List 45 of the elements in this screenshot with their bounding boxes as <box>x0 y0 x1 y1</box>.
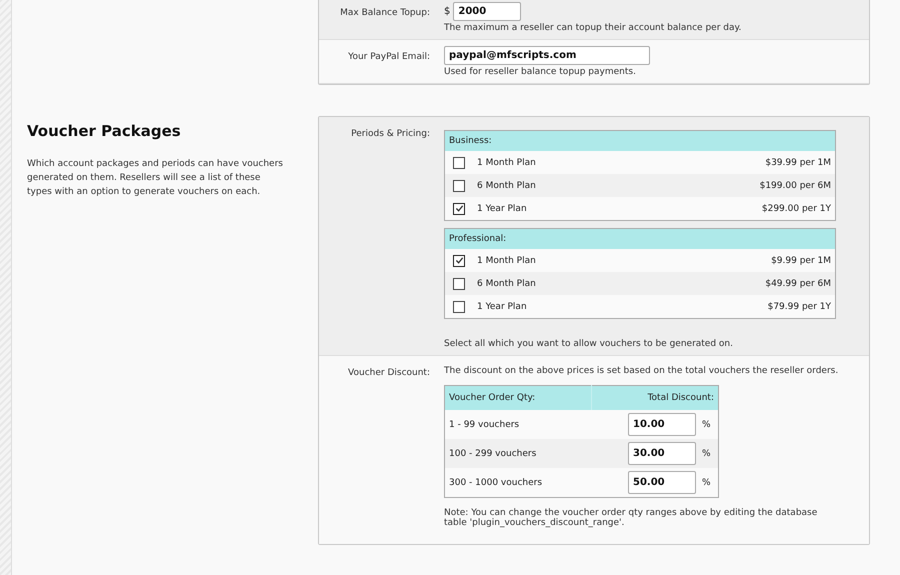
column-header: Total Discount: <box>591 386 718 410</box>
input-field[interactable]: 50.00 <box>628 471 696 494</box>
package-name: Professional: <box>449 234 506 244</box>
plan-label: 6 Month Plan <box>477 278 537 288</box>
help-text: The discount on the above prices is set based on the total vouchers the reseller orders. <box>444 366 838 376</box>
table-cell: % <box>698 468 718 498</box>
plan-price: $39.99 per 1M <box>765 158 831 168</box>
table-cell: 300 - 1000 vouchers <box>444 468 592 498</box>
table-cell: 1 - 99 vouchers <box>444 410 592 439</box>
checkbox[interactable] <box>453 278 465 290</box>
plan-price: $49.99 per 6M <box>765 278 831 288</box>
input-field[interactable]: 2000 <box>453 2 522 21</box>
section-title: Voucher Packages <box>27 122 182 140</box>
help-text: Select all which you want to allow vouchers to be generated on. <box>444 339 734 349</box>
note-text: Note: You can change the voucher order qty ranges above by editing the database table 'plugin_vouchers_discount_range'. <box>444 508 818 528</box>
checkbox[interactable] <box>453 300 465 312</box>
table-cell: 100 - 299 vouchers <box>444 439 592 468</box>
checkbox[interactable] <box>453 202 465 214</box>
plan-label: 1 Year Plan <box>477 302 528 312</box>
help-text: Used for reseller balance topup payments. <box>444 67 637 77</box>
checkbox[interactable] <box>453 254 465 266</box>
currency-symbol: $ <box>444 6 450 17</box>
section-description: Which account packages and periods can have vouchers generated on them. Resellers will see a list of these types with an option to generate vouchers on each. <box>27 158 284 199</box>
input-field[interactable]: 10.00 <box>628 413 696 436</box>
plan-label: 1 Month Plan <box>477 256 537 266</box>
field-label: Voucher Discount: <box>348 368 430 378</box>
table-cell: % <box>698 410 718 439</box>
column-header: Voucher Order Qty: <box>444 386 592 410</box>
help-text: The maximum a reseller can topup their account balance per day. <box>444 23 742 33</box>
field-label: Periods & Pricing: <box>351 129 430 139</box>
plan-price: $79.99 per 1Y <box>768 302 831 312</box>
plan-label: 6 Month Plan <box>477 180 537 190</box>
input-field[interactable]: paypal@mfscripts.com <box>444 46 650 65</box>
plan-price: $299.00 per 1Y <box>762 204 831 214</box>
checkbox[interactable] <box>453 156 465 168</box>
input-field[interactable]: 30.00 <box>628 442 696 465</box>
plan-label: 1 Year Plan <box>477 204 528 214</box>
plan-price: $9.99 per 1M <box>771 256 831 266</box>
plan-price: $199.00 per 6M <box>760 180 831 190</box>
table-cell: % <box>698 439 718 468</box>
field-label: Max Balance Topup: <box>340 8 430 18</box>
plan-label: 1 Month Plan <box>477 158 537 168</box>
checkbox[interactable] <box>453 180 465 192</box>
package-name: Business: <box>449 136 492 146</box>
field-label: Your PayPal Email: <box>348 52 430 62</box>
